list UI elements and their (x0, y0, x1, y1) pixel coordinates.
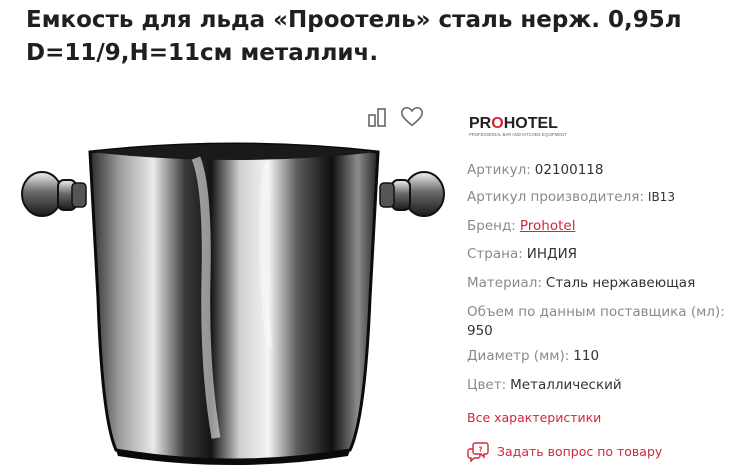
brand-logo[interactable]: PROHOTEL PROFESSIONAL BAR AND KITCHEN EQ… (467, 112, 577, 138)
spec-brand: Бренд: Prohotel (467, 216, 575, 235)
spec-value: IB13 (647, 190, 675, 204)
spec-material: Материал: Сталь нержавеющая (467, 273, 695, 292)
spec-label: Объем по данным поставщика (мл): (467, 304, 725, 320)
product-actions (366, 104, 424, 130)
spec-value: Металлический (510, 377, 622, 393)
heart-icon (401, 106, 423, 127)
spec-diameter: Диаметр (мм): 110 (467, 346, 599, 365)
brand-link[interactable]: Prohotel (520, 218, 576, 234)
spec-label: Бренд: (467, 218, 516, 234)
spec-volume: Объем по данным поставщика (мл): 950 (467, 302, 751, 340)
favorite-button[interactable] (400, 104, 424, 130)
spec-label: Цвет: (467, 377, 507, 393)
ask-question-link[interactable]: ? Задать вопрос по товару (467, 440, 662, 462)
svg-text:?: ? (478, 446, 482, 454)
compare-button[interactable] (366, 104, 390, 130)
chat-question-icon: ? (467, 442, 489, 462)
compare-icon (368, 108, 386, 127)
spec-country: Страна: ИНДИЯ (467, 244, 577, 263)
spec-value: 950 (467, 323, 493, 339)
spec-label: Страна: (467, 246, 523, 262)
page-title: Емкость для льда «Проотель» сталь нерж. … (26, 7, 682, 66)
spec-value: 110 (573, 348, 600, 364)
ask-question-label: Задать вопрос по товару (497, 443, 663, 459)
spec-article: Артикул: 02100118 (467, 160, 603, 179)
left-handle (21, 171, 87, 217)
spec-value: 02100118 (534, 162, 604, 178)
spec-label: Артикул: (467, 162, 531, 178)
brand-tagline: PROFESSIONAL BAR AND KITCHEN EQUIPMENT (469, 132, 567, 137)
spec-manufacturer-article: Артикул производителя: IB13 (467, 187, 675, 206)
product-image (21, 142, 445, 465)
spec-value: Сталь нержавеющая (545, 275, 696, 291)
spec-label: Артикул производителя: (467, 189, 644, 205)
spec-color: Цвет: Металлический (467, 375, 622, 394)
all-specs-link[interactable]: Все характеристики (467, 410, 601, 425)
spec-label: Материал: (467, 275, 542, 291)
spec-value: ИНДИЯ (526, 246, 578, 262)
spec-label: Диаметр (мм): (467, 348, 570, 364)
brand-logo-text: PROHOTEL (469, 115, 558, 132)
right-handle (379, 171, 445, 217)
